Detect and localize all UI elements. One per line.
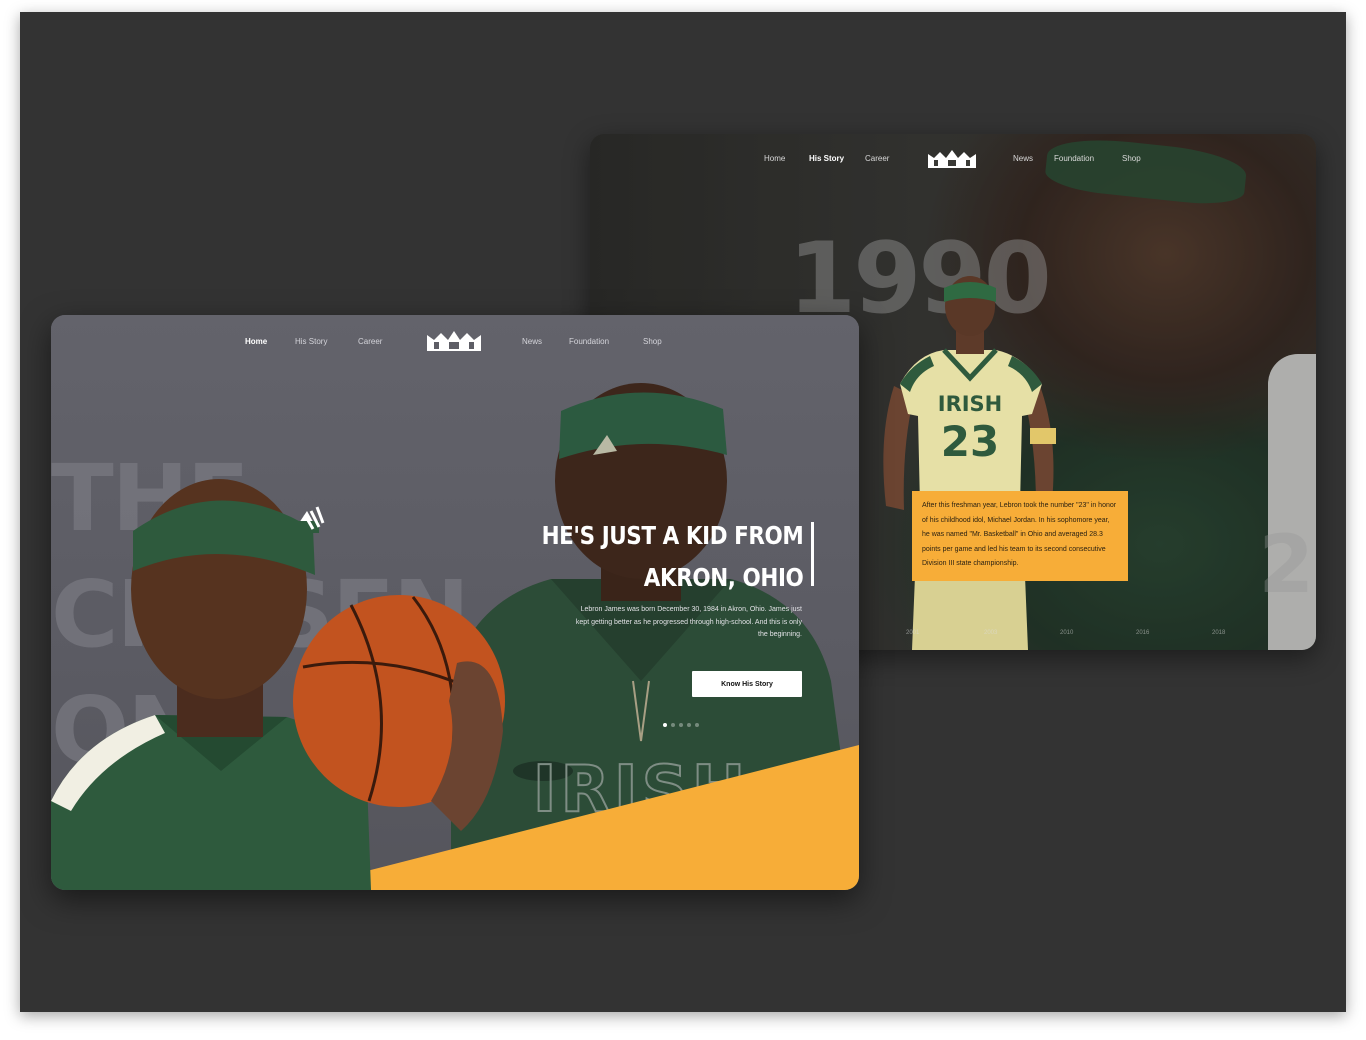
timeline-year[interactable]: 2003	[984, 630, 997, 636]
nav-home[interactable]: Home	[245, 337, 267, 346]
hero-description: Lebron James was born December 30, 1984 …	[575, 606, 802, 638]
nav-foundation[interactable]: Foundation	[569, 337, 609, 346]
timeline-year[interactable]: 2018	[1212, 630, 1225, 636]
timeline-year[interactable]: 2001	[906, 630, 919, 636]
nav-shop[interactable]: Shop	[1122, 154, 1141, 163]
nav-his-story[interactable]: His Story	[809, 154, 844, 163]
timeline-year[interactable]: 2016	[1136, 630, 1149, 636]
hero-heading-line-2: AKRON, OHIO	[643, 563, 803, 592]
home-screen: IRISH THE CHOSEN ONE	[51, 315, 859, 890]
player-with-basketball-image	[51, 479, 505, 890]
top-navigation: Home His Story Career News Foundation Sh…	[590, 148, 1316, 174]
nav-career[interactable]: Career	[358, 337, 382, 346]
faded-number: 2	[1258, 518, 1314, 611]
nav-career[interactable]: Career	[865, 154, 889, 163]
carousel-dot[interactable]	[695, 723, 699, 727]
jersey-text: IRISH	[938, 392, 1003, 416]
top-navigation: Home His Story Career News Foundation Sh…	[51, 331, 859, 355]
nav-foundation[interactable]: Foundation	[1054, 154, 1094, 163]
crown-logo-icon[interactable]	[926, 148, 978, 170]
player-yellow-jersey-image: IRISH 23	[883, 276, 1056, 650]
story-caption: After this freshman year, Lebron took th…	[912, 491, 1128, 581]
nav-his-story[interactable]: His Story	[295, 337, 327, 346]
heading-accent-bar	[811, 522, 814, 586]
timeline-year[interactable]: 2010	[1060, 630, 1073, 636]
nav-home[interactable]: Home	[764, 154, 785, 163]
jersey-number: 23	[941, 417, 999, 466]
hero-heading-line-1: HE'S JUST A KID FROM	[541, 521, 803, 550]
nav-shop[interactable]: Shop	[643, 337, 662, 346]
presentation-canvas: 1990 2 IRISH 23 Home His Story Career Ne…	[20, 12, 1346, 1012]
nav-news[interactable]: News	[1013, 154, 1033, 163]
carousel-dot[interactable]	[663, 723, 667, 727]
carousel-indicators	[663, 723, 699, 731]
crown-logo-icon[interactable]	[425, 329, 483, 353]
know-his-story-button[interactable]: Know His Story	[692, 671, 802, 697]
carousel-dot[interactable]	[679, 723, 683, 727]
nav-news[interactable]: News	[522, 337, 542, 346]
carousel-dot[interactable]	[687, 723, 691, 727]
carousel-dot[interactable]	[671, 723, 675, 727]
hero-heading: HE'S JUST A KID FROM AKRON, OHIO	[541, 515, 803, 599]
